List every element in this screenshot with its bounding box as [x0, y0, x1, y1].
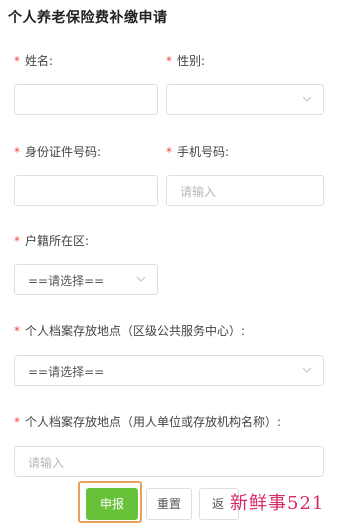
id-number-label: * 身份证件号码: [14, 145, 102, 159]
watermark: 新鲜事521 [230, 493, 325, 514]
required-mark: * [14, 415, 20, 429]
chevron-down-icon [302, 96, 312, 102]
required-mark: * [166, 145, 172, 159]
archive-location-employer-label: * 个人档案存放地点（用人单位或存放机构名称）: [14, 415, 282, 429]
phone-input[interactable]: 请输入 [166, 175, 324, 206]
chevron-down-icon [302, 367, 312, 373]
phone-placeholder: 请输入 [180, 185, 217, 199]
household-district-label: * 户籍所在区: [14, 234, 90, 248]
archive-location-public-label: * 个人档案存放地点（区级公共服务中心）: [14, 324, 246, 338]
page-title: 个人养老保险费补缴申请 [8, 10, 168, 26]
reset-button[interactable]: 重置 [146, 488, 192, 520]
submit-button[interactable]: 申报 [86, 488, 138, 520]
required-mark: * [14, 54, 20, 68]
phone-label: * 手机号码: [166, 145, 230, 159]
id-number-input[interactable] [14, 175, 158, 206]
name-input[interactable] [14, 84, 158, 115]
gender-label: * 性别: [166, 54, 206, 68]
required-mark: * [14, 324, 20, 338]
name-label: * 姓名: [14, 54, 54, 68]
required-mark: * [166, 54, 172, 68]
required-mark: * [14, 145, 20, 159]
archive-location-employer-placeholder: 请输入 [28, 456, 65, 470]
household-district-select[interactable]: ==请选择== [14, 264, 158, 295]
archive-location-public-select[interactable]: ==请选择== [14, 355, 324, 386]
required-mark: * [14, 234, 20, 248]
gender-select[interactable] [166, 84, 324, 115]
chevron-down-icon [136, 276, 146, 282]
archive-location-employer-input[interactable]: 请输入 [14, 446, 324, 477]
